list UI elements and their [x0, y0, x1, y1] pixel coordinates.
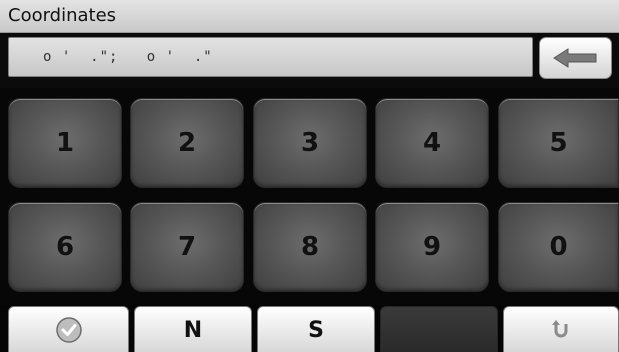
confirm-button[interactable] — [8, 306, 129, 352]
back-button[interactable] — [503, 306, 619, 352]
north-button[interactable]: N — [134, 306, 252, 352]
key-5[interactable]: 5 — [498, 98, 619, 188]
blank-button — [380, 306, 498, 352]
key-9[interactable]: 9 — [375, 202, 489, 292]
coordinates-screen: Coordinates o ' ."; o ' ." 1 2 3 4 5 6 7… — [0, 0, 619, 352]
key-7[interactable]: 7 — [130, 202, 244, 292]
u-turn-back-icon — [552, 320, 568, 338]
key-4[interactable]: 4 — [375, 98, 489, 188]
key-3[interactable]: 3 — [253, 98, 367, 188]
checkmark-icon — [55, 317, 82, 343]
page-title: Coordinates — [8, 5, 117, 26]
key-0[interactable]: 0 — [498, 202, 619, 292]
arrow-left-icon — [552, 48, 596, 68]
coordinate-input-row: o ' ."; o ' ." — [0, 33, 619, 88]
key-1[interactable]: 1 — [8, 98, 122, 188]
coordinate-input-field[interactable]: o ' ."; o ' ." — [8, 37, 533, 77]
key-6[interactable]: 6 — [8, 202, 122, 292]
south-button[interactable]: S — [257, 306, 375, 352]
numeric-keypad: 1 2 3 4 5 6 7 8 9 0 — [8, 98, 619, 294]
bottom-button-bar: N S — [0, 305, 619, 352]
key-8[interactable]: 8 — [253, 202, 367, 292]
key-2[interactable]: 2 — [130, 98, 244, 188]
backspace-button[interactable] — [539, 37, 612, 79]
title-bar: Coordinates — [0, 0, 619, 33]
